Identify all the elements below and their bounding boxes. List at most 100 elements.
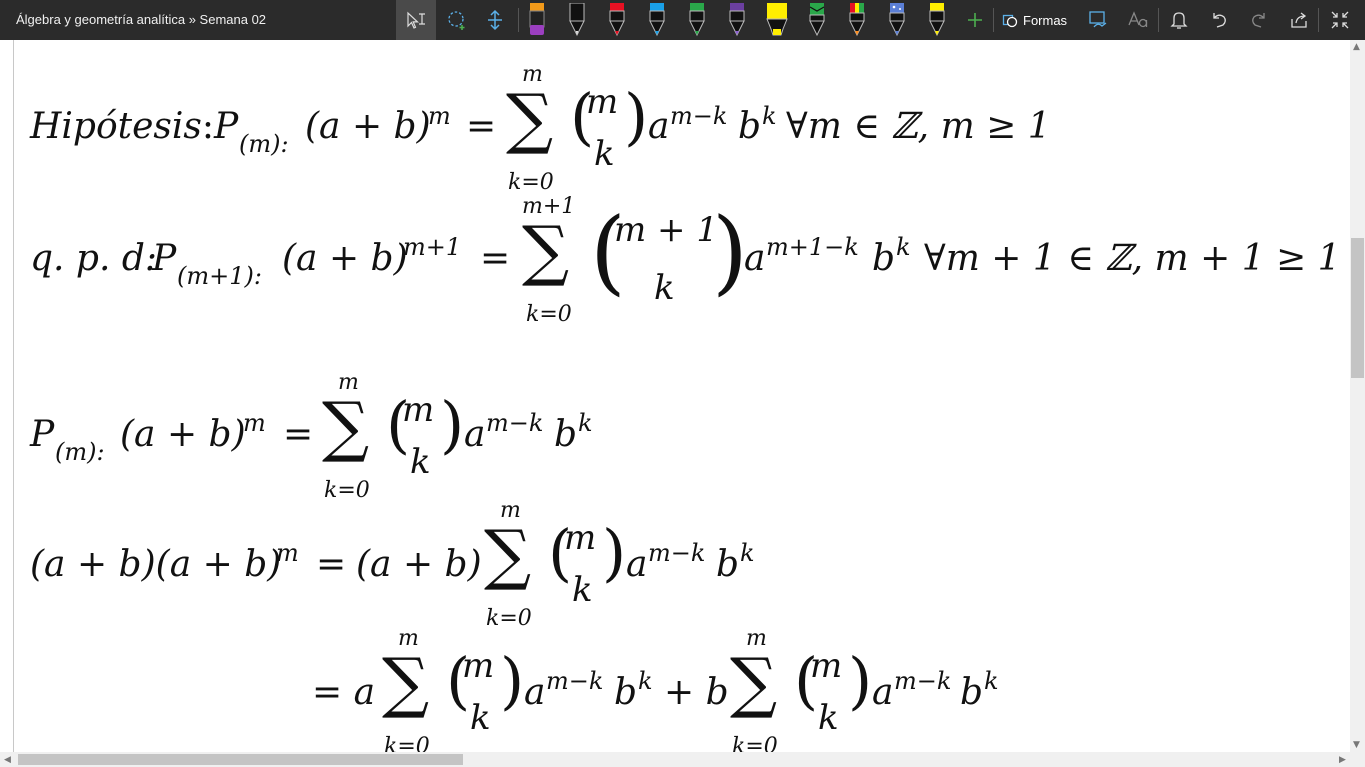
pen-icon xyxy=(889,3,905,37)
redo-button[interactable] xyxy=(1246,0,1272,40)
collapse-icon xyxy=(1331,11,1349,29)
pen-red[interactable] xyxy=(604,0,630,40)
scroll-right-arrow-icon[interactable]: ▶ xyxy=(1339,755,1346,765)
share-icon xyxy=(1291,12,1307,28)
ink-to-shape-button[interactable] xyxy=(1084,0,1112,40)
binom-bottom: k xyxy=(654,268,675,308)
add-pen-button[interactable] xyxy=(962,0,988,40)
pen-purple[interactable] xyxy=(724,0,750,40)
pen-yellow[interactable] xyxy=(924,0,950,40)
text-select-tool-button[interactable] xyxy=(396,0,436,40)
vertical-scroll-thumb[interactable] xyxy=(1351,238,1364,378)
add-space-tool-button[interactable] xyxy=(478,0,512,40)
undo-button[interactable] xyxy=(1206,0,1232,40)
binom-top: m xyxy=(586,82,619,122)
a-term: a xyxy=(626,544,648,585)
horizontal-scroll-thumb[interactable] xyxy=(18,754,463,765)
toolbar-separator xyxy=(1318,8,1319,32)
line5-b-factor: + b xyxy=(664,672,729,713)
sum-lower-limit: k=0 xyxy=(526,302,572,327)
pen-rainbow[interactable] xyxy=(844,0,870,40)
equals-sign: = xyxy=(480,238,511,279)
binom-bottom: k xyxy=(470,698,491,738)
lhs-exponent: m xyxy=(428,102,451,130)
page-margin-line xyxy=(13,40,14,752)
pen-green[interactable] xyxy=(684,0,710,40)
line4-lhs: (a + b)(a + b) xyxy=(30,544,282,585)
b-term: b xyxy=(872,238,896,279)
binom-top: m xyxy=(462,646,495,686)
notifications-button[interactable] xyxy=(1166,0,1192,40)
binom-right-paren: ) xyxy=(440,388,465,461)
pen-icon xyxy=(529,3,545,35)
pen-blue[interactable] xyxy=(644,0,670,40)
pen-white[interactable] xyxy=(564,0,590,40)
insert-space-icon xyxy=(488,9,502,31)
binom-right-paren: ) xyxy=(500,644,525,717)
pen-icon xyxy=(689,3,705,37)
a-exponent: m−k xyxy=(486,409,544,437)
shapes-icon xyxy=(1002,14,1018,28)
b-exponent: k xyxy=(578,409,593,437)
share-button[interactable] xyxy=(1286,0,1312,40)
binom-top: m xyxy=(810,646,843,686)
p-subscript: (m): xyxy=(239,130,289,158)
toolbar-separator xyxy=(993,8,994,32)
binom-top: m xyxy=(564,518,597,558)
lhs-binomial-power: (a + b) xyxy=(282,238,408,279)
lasso-icon xyxy=(448,11,465,30)
qpd-label: q. p. d: xyxy=(30,238,158,279)
a-term: a xyxy=(872,672,894,713)
a-exponent: m+1−k xyxy=(766,233,859,261)
pen-icon xyxy=(649,3,665,37)
scroll-down-arrow-icon[interactable]: ▼ xyxy=(1353,740,1360,750)
a-term: a xyxy=(524,672,546,713)
binom-bottom: k xyxy=(572,570,593,610)
pen-green-pattern[interactable] xyxy=(804,0,830,40)
b-term: b xyxy=(716,544,740,585)
lhs-binomial-power: (a + b) xyxy=(305,106,431,147)
pen-icon xyxy=(729,3,745,37)
sigma-symbol: ∑ xyxy=(382,644,430,721)
sum-lower-limit: k=0 xyxy=(732,734,778,752)
sum-lower-limit: k=0 xyxy=(324,478,370,503)
sum-lower-limit: k=0 xyxy=(508,170,554,195)
b-exponent: k xyxy=(896,233,911,261)
lhs-exponent: m+1 xyxy=(403,233,462,261)
lhs-binomial-power: (a + b) xyxy=(120,414,246,455)
scroll-up-arrow-icon[interactable]: ▲ xyxy=(1353,42,1360,52)
equals-sign: = xyxy=(466,106,497,147)
shapes-button[interactable]: Formas xyxy=(1002,0,1067,40)
pen-orange-purple[interactable] xyxy=(524,0,550,40)
lasso-select-tool-button[interactable] xyxy=(440,0,474,40)
b-term: b xyxy=(738,106,762,147)
a-exponent: m−k xyxy=(894,667,952,695)
sigma-symbol: ∑ xyxy=(522,212,570,289)
equals-sign: = xyxy=(283,414,314,455)
binom-right-paren: ) xyxy=(848,644,873,717)
vertical-scrollbar[interactable] xyxy=(1350,40,1365,752)
ink-to-text-icon xyxy=(1128,11,1148,28)
sigma-symbol: ∑ xyxy=(506,80,554,157)
top-toolbar: Álgebra y geometría analítica » Semana 0… xyxy=(0,0,1365,40)
a-term: a xyxy=(648,106,670,147)
scroll-left-arrow-icon[interactable]: ◀ xyxy=(4,755,11,765)
binom-right-paren: ) xyxy=(712,198,748,305)
exit-fullscreen-button[interactable] xyxy=(1326,0,1354,40)
highlighter-yellow[interactable] xyxy=(762,0,792,40)
pen-galaxy[interactable] xyxy=(884,0,910,40)
b-term: b xyxy=(554,414,578,455)
equals-sign: = xyxy=(316,544,347,585)
a-exponent: m−k xyxy=(648,539,706,567)
sum-lower-limit: k=0 xyxy=(486,606,532,631)
ink-to-text-button[interactable] xyxy=(1124,0,1152,40)
sigma-symbol: ∑ xyxy=(322,388,370,465)
a-exponent: m−k xyxy=(546,667,604,695)
line4-rhs-factor: (a + b) xyxy=(356,544,482,585)
note-canvas[interactable]: Hipótesis: P (m): (a + b) m = m ∑ k=0 ( … xyxy=(0,40,1350,752)
a-term: a xyxy=(744,238,766,279)
a-term: a xyxy=(464,414,486,455)
p-symbol: P xyxy=(152,238,177,279)
p-symbol: P xyxy=(30,414,55,455)
b-term: b xyxy=(614,672,638,713)
